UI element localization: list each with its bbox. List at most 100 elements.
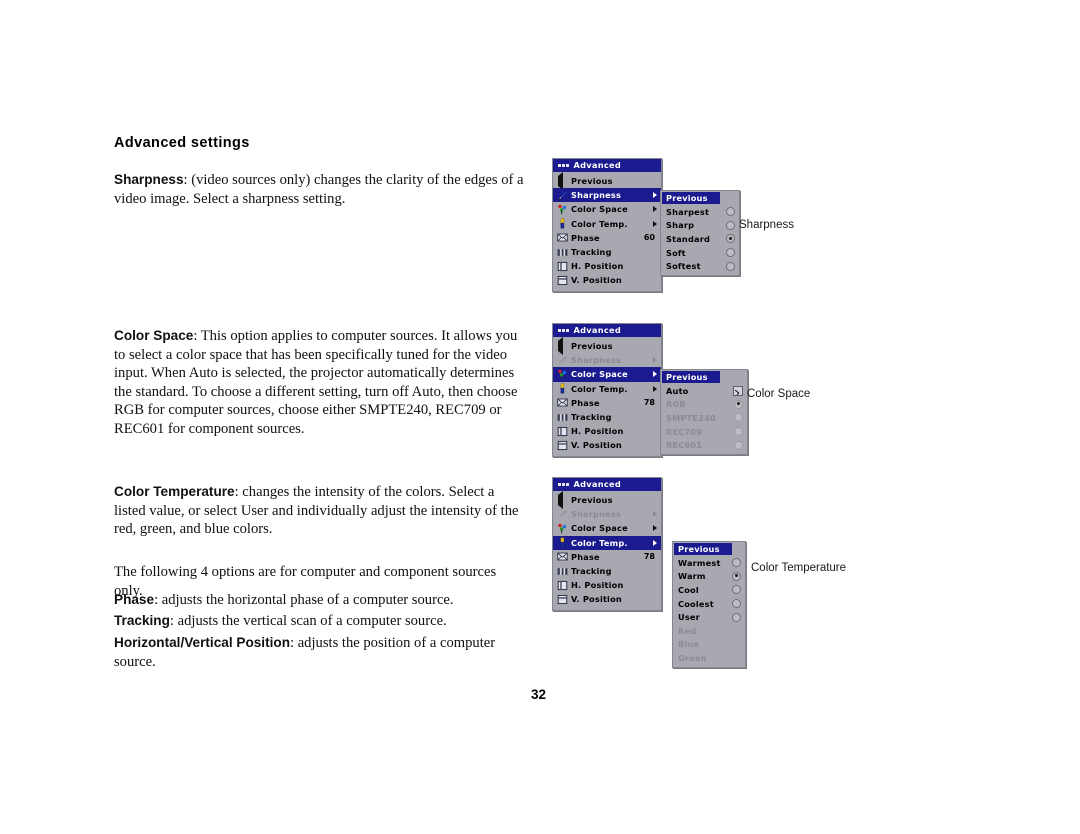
menu-item-color-space[interactable]: Color Space (553, 521, 661, 535)
chevron-right-icon (653, 206, 657, 213)
menu-item-previous[interactable]: Previous (553, 171, 661, 190)
radio-button (734, 399, 743, 409)
submenu-panel: Previous Sharpest Sharp Standard Soft Softest (660, 190, 740, 276)
submenu-option-green: Green (673, 651, 745, 665)
advanced-menu-panel: Advanced Previous Sharpness Color Space C… (552, 477, 662, 611)
chevron-right-icon (653, 539, 657, 546)
menu-item-previous[interactable]: Previous (553, 490, 661, 509)
submenu-option-red: Red (673, 624, 745, 638)
menu-item-sharpness[interactable]: Sharpness (553, 188, 661, 203)
figure-caption-color-temperature: Color Temperature (751, 562, 847, 574)
menu-item-label: H. Position (571, 261, 624, 272)
radio-button[interactable] (726, 248, 735, 258)
menu-item-tracking[interactable]: Tracking (553, 410, 661, 424)
term-color-temperature: Color Temperature (114, 484, 235, 499)
menu-item-phase[interactable]: Phase 78 (553, 550, 661, 564)
menu-item-previous[interactable]: Previous (553, 336, 661, 355)
menu-item-phase[interactable]: Phase 78 (553, 396, 661, 410)
menu-item-h-position[interactable]: H. Position (553, 259, 661, 273)
menu-item-label: Tracking (571, 247, 612, 258)
menu-dots-icon (558, 329, 569, 332)
menu-item-label: Color Temp. (571, 383, 628, 394)
menu-item-label: Sharpness (571, 190, 622, 201)
radio-button[interactable] (732, 585, 741, 595)
menu-item-label: H. Position (571, 580, 624, 591)
menu-item-sharpness[interactable]: Sharpness (553, 507, 661, 521)
submenu-option-label: Auto (666, 385, 689, 396)
paragraph-color-space: Color Space: This option applies to comp… (114, 327, 526, 439)
h-position-icon (557, 580, 568, 591)
submenu-panel: Previous Warmest Warm Cool Coolest User Red Blu… (672, 541, 746, 668)
menu-item-value: 78 (643, 398, 655, 408)
submenu-option-label: RGB (666, 399, 686, 410)
menu-item-sharpness[interactable]: Sharpness (553, 353, 661, 367)
menu-item-v-position[interactable]: V. Position (553, 592, 661, 606)
phase-icon (557, 551, 568, 562)
radio-button[interactable] (726, 207, 735, 217)
term-tracking: Tracking (114, 613, 170, 628)
menu-item-h-position[interactable]: H. Position (553, 424, 661, 438)
submenu-option-user[interactable]: User (673, 610, 745, 624)
menu-item-label: Previous (571, 495, 613, 506)
term-color-space: Color Space (114, 328, 194, 343)
menu-item-v-position[interactable]: V. Position (553, 438, 661, 452)
submenu-option-label: REC601 (666, 440, 703, 451)
submenu-option-warmest[interactable]: Warmest (673, 556, 745, 570)
phase-icon (557, 232, 568, 243)
figure-color-temperature-menu: Advanced Previous Sharpness Color Space C… (552, 477, 746, 668)
menu-item-color-temp[interactable]: Color Temp. (553, 217, 661, 231)
chevron-right-icon (653, 511, 657, 518)
checkbox[interactable] (733, 385, 743, 396)
menu-item-h-position[interactable]: H. Position (553, 578, 661, 592)
submenu-previous-button[interactable]: Previous (662, 192, 720, 204)
color-dots-icon (557, 369, 568, 380)
submenu-option-sharpest[interactable]: Sharpest (661, 205, 739, 219)
v-position-icon (557, 275, 568, 286)
menu-title-label: Advanced (573, 479, 622, 489)
submenu-option-coolest[interactable]: Coolest (673, 597, 745, 611)
chevron-right-icon (653, 525, 657, 532)
radio-button[interactable] (732, 571, 741, 581)
radio-button[interactable] (726, 261, 735, 271)
submenu-option-rgb: RGB (661, 398, 747, 412)
figure-sharpness-menu: Advanced Previous Sharpness Color Space C… (552, 158, 740, 292)
menu-item-label: Color Space (571, 204, 628, 215)
menu-item-color-space[interactable]: Color Space (553, 367, 661, 382)
menu-item-label: Phase (571, 232, 600, 243)
radio-button[interactable] (726, 234, 735, 244)
radio-button[interactable] (732, 558, 741, 568)
radio-button[interactable] (732, 599, 741, 609)
submenu-option-warm[interactable]: Warm (673, 570, 745, 584)
chevron-right-icon (653, 192, 657, 199)
menu-item-color-temp[interactable]: Color Temp. (553, 382, 661, 396)
paragraph-color-temperature: Color Temperature: changes the intensity… (114, 483, 526, 539)
radio-button[interactable] (726, 220, 735, 230)
submenu-option-standard[interactable]: Standard (661, 232, 739, 246)
paragraph-hv-position: Horizontal/Vertical Position: adjusts th… (114, 634, 526, 671)
submenu-option-sharp[interactable]: Sharp (661, 219, 739, 233)
submenu-option-label: Blue (678, 639, 700, 650)
menu-item-color-space[interactable]: Color Space (553, 202, 661, 216)
menu-title-label: Advanced (573, 325, 622, 335)
submenu-option-label: Green (678, 652, 707, 663)
menu-item-tracking[interactable]: Tracking (553, 245, 661, 259)
menu-title-bar: Advanced (553, 159, 661, 172)
menu-item-phase[interactable]: Phase 60 (553, 231, 661, 245)
menu-dots-icon (558, 483, 569, 486)
submenu-option-auto[interactable]: Auto (661, 384, 747, 398)
pen-icon (557, 509, 568, 520)
menu-item-list: Previous Sharpness Color Space Color Tem… (553, 171, 661, 291)
submenu-option-cool[interactable]: Cool (673, 583, 745, 597)
menu-item-label: Previous (571, 176, 613, 187)
menu-item-v-position[interactable]: V. Position (553, 273, 661, 287)
tracking-icon (557, 412, 568, 423)
chevron-right-icon (653, 220, 657, 227)
radio-button[interactable] (732, 612, 741, 622)
submenu-previous-button[interactable]: Previous (662, 371, 720, 383)
menu-item-color-temp[interactable]: Color Temp. (553, 535, 661, 550)
menu-item-tracking[interactable]: Tracking (553, 564, 661, 578)
submenu-option-softest[interactable]: Softest (661, 259, 739, 273)
submenu-option-soft[interactable]: Soft (661, 246, 739, 260)
submenu-option-label: Warm (678, 571, 706, 582)
submenu-previous-button[interactable]: Previous (674, 543, 732, 555)
